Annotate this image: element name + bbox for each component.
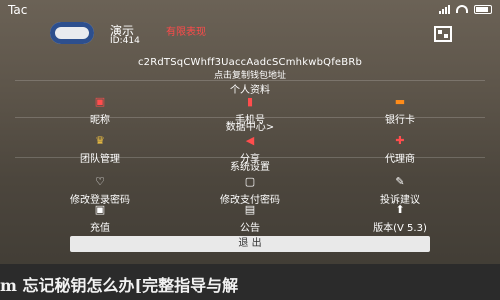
agent-icon: ✚ [395, 134, 405, 147]
signal-icon [439, 4, 450, 14]
wallet-address[interactable]: c2RdTSqCWhff3UaccAadcSCmhkwbQfeBRb [0, 57, 500, 68]
profile-vip-text: 有限表现 [166, 27, 206, 38]
recharge-icon: ▣ [94, 203, 106, 216]
bottom-banner: m 忘记秘钥怎么办[完整指导与解 [0, 264, 500, 300]
section-title-personal: 个人资料 [230, 85, 270, 96]
status-time: Tac [8, 3, 28, 17]
system-item-label: 版本(V 5.3) [373, 223, 427, 234]
system-item-announcement[interactable]: ▤ 公告 [175, 204, 325, 238]
bottom-banner-text: m 忘记秘钥怎么办[完整指导与解 [0, 276, 239, 295]
system-item-version[interactable]: ⬆ 版本(V 5.3) [325, 204, 475, 238]
system-item-recharge[interactable]: ▣ 充值 [25, 204, 175, 238]
announcement-icon: ▤ [244, 203, 256, 216]
share-icon: ◀ [245, 134, 255, 147]
qr-code-icon[interactable] [434, 26, 452, 42]
system-item-label: 公告 [240, 223, 260, 234]
profile-header[interactable]: 演示 有限表现 ID:414 [50, 22, 460, 46]
system-row-2: ▣ 充值 ▤ 公告 ⬆ 版本(V 5.3) [20, 204, 480, 238]
section-title-data-center[interactable]: 数据中心> [0, 118, 500, 133]
status-bar: Tac [0, 0, 500, 20]
crown-icon: ♛ [95, 134, 105, 147]
system-item-label: 充值 [90, 223, 110, 234]
wifi-icon [456, 5, 468, 13]
battery-icon [474, 4, 492, 14]
status-icons [439, 4, 492, 14]
avatar[interactable] [50, 22, 94, 44]
feedback-icon: ✎ [395, 175, 405, 188]
lock-icon: ♡ [95, 175, 105, 188]
section-title-system: 系统设置 [230, 162, 270, 173]
bank-card-icon: ▬ [394, 95, 406, 108]
profile-uid: ID:414 [110, 36, 140, 46]
phone-icon: ▮ [246, 95, 254, 108]
pay-password-icon: ▢ [244, 175, 256, 188]
version-icon: ⬆ [395, 203, 405, 216]
logout-button[interactable]: 退 出 [70, 236, 430, 252]
nickname-icon: ▣ [94, 95, 106, 108]
